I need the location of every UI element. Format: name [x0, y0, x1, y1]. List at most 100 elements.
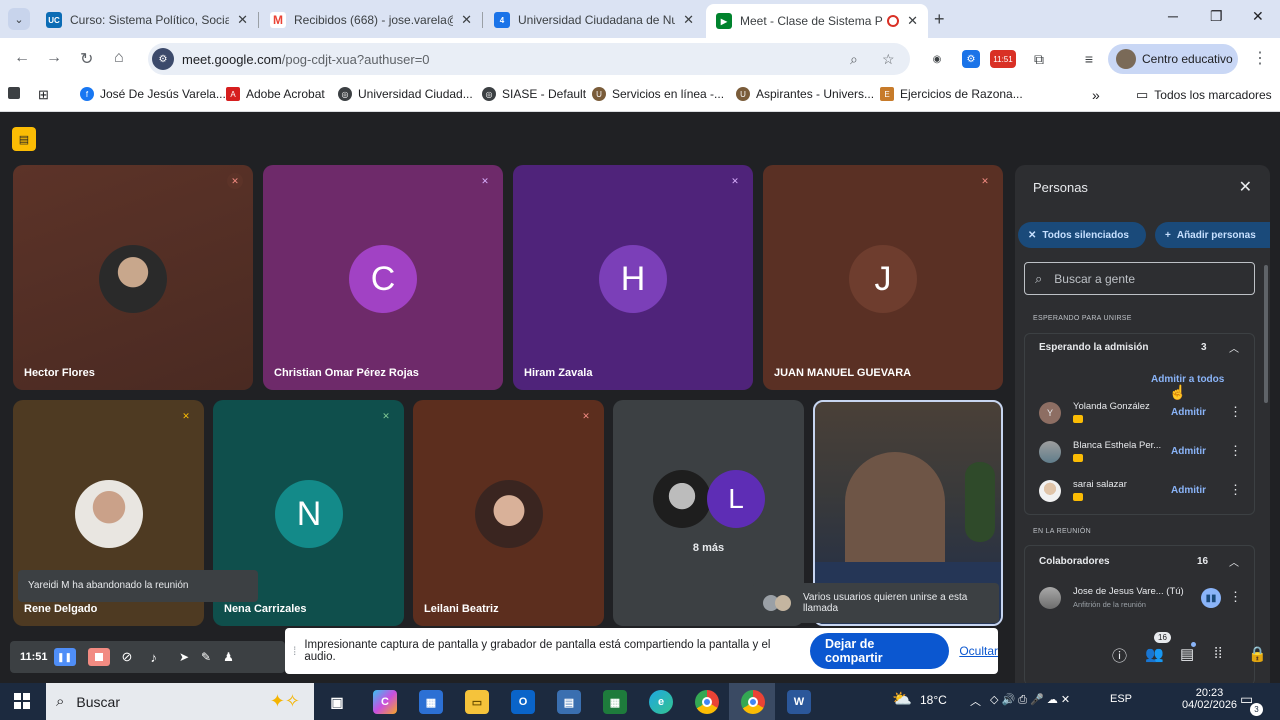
new-tab-button[interactable]: +	[934, 9, 945, 30]
highlighter-icon[interactable]: ♟	[223, 650, 234, 664]
gmail-icon: M	[270, 12, 286, 28]
admit-button[interactable]: Admitir	[1171, 407, 1206, 418]
task-view-icon[interactable]: ▣	[325, 690, 349, 714]
pause-icon[interactable]: ❚❚	[53, 648, 76, 666]
more-vert-icon[interactable]: ⋮	[1252, 48, 1268, 68]
bookmark-acrobat[interactable]: A Adobe Acrobat	[226, 87, 325, 101]
media-control-icon[interactable]: ≡	[1080, 50, 1098, 68]
add-people-button[interactable]: + Añadir personas	[1155, 222, 1270, 248]
star-icon[interactable]: ☆	[882, 51, 895, 68]
site-info-icon[interactable]: ⚙	[152, 48, 174, 70]
tab-course[interactable]: UC Curso: Sistema Político, Social d ✕	[36, 6, 258, 34]
chrome-icon[interactable]	[695, 690, 719, 714]
weather-icon[interactable]: ⛅	[892, 689, 912, 709]
close-icon[interactable]: ✕	[683, 12, 694, 28]
temperature: 18°C	[920, 693, 947, 707]
camera-off-icon[interactable]: ⊘	[122, 649, 133, 665]
forward-arrow-icon[interactable]: →	[46, 49, 62, 67]
mute-all-button[interactable]: ✕ Todos silenciados	[1018, 222, 1146, 248]
close-icon[interactable]: ✕	[907, 13, 918, 29]
admit-button[interactable]: Admitir	[1171, 485, 1206, 496]
collab-group-title[interactable]: Colaboradores	[1039, 556, 1110, 567]
pointer-icon[interactable]: ➤	[179, 650, 189, 664]
copilot-icon[interactable]: C	[373, 690, 397, 714]
bookmark-ejercicios[interactable]: E Ejercicios de Razona...	[880, 87, 1023, 101]
people-icon[interactable]: 👥	[1145, 645, 1164, 663]
tray-icons[interactable]: ◇ 🔊 ⎙ 🎤 ☁ ✕	[990, 693, 1070, 707]
participant-tile[interactable]: ✕ Hector Flores	[13, 165, 253, 390]
language-indicator[interactable]: ESP	[1110, 693, 1132, 705]
puzzle-icon[interactable]: ⧉	[1030, 50, 1048, 68]
remote-desktop-icon[interactable]: ▤	[557, 690, 581, 714]
apps-grid-icon[interactable]: ⊞	[38, 87, 49, 103]
zoom-search-icon[interactable]: ⌕	[850, 51, 858, 68]
chevron-up-icon[interactable]: ︿	[970, 693, 981, 709]
tab-university[interactable]: 4 Universidad Ciudadana de Nue ✕	[484, 6, 704, 34]
pen-icon[interactable]: ✎	[201, 650, 211, 664]
participant-tile[interactable]: ✕ C Christian Omar Pérez Rojas	[263, 165, 503, 390]
join-request-text: Varios usuarios quieren unirse a esta ll…	[803, 592, 968, 614]
microphone-icon[interactable]: ♪	[150, 650, 157, 665]
word-icon[interactable]: W	[787, 690, 811, 714]
maximize-icon[interactable]: ❐	[1210, 8, 1223, 25]
stop-sharing-button[interactable]: Dejar de compartir	[809, 633, 950, 669]
home-icon[interactable]: ⌂	[114, 49, 124, 67]
bookmark-aspirantes[interactable]: U Aspirantes - Univers...	[736, 87, 874, 101]
sidebar-toggle-icon[interactable]	[8, 87, 20, 99]
drag-handle-icon[interactable]: ⁞	[293, 644, 296, 658]
participant-tile[interactable]: ✕ H Hiram Zavala	[513, 165, 753, 390]
scrollbar[interactable]	[1264, 265, 1268, 403]
reload-icon[interactable]: ↻	[80, 49, 93, 69]
stop-icon[interactable]	[87, 648, 110, 666]
outlook-icon[interactable]: O	[511, 690, 535, 714]
windows-start-icon[interactable]	[14, 693, 30, 709]
activities-icon[interactable]: ⁞⁞	[1214, 645, 1222, 662]
waiting-group-title[interactable]: Esperando la admisión	[1039, 342, 1148, 353]
tab-search-button[interactable]: ⌄	[8, 8, 30, 30]
admit-button[interactable]: Admitir	[1171, 446, 1206, 457]
host-controls-icon[interactable]: 🔒	[1248, 645, 1267, 663]
participant-tile[interactable]: ✕ J JUAN MANUEL GUEVARA	[763, 165, 1003, 390]
chrome-icon[interactable]	[741, 690, 765, 714]
people-panel: Personas ✕ ✕ Todos silenciados + Añadir pe…	[1015, 165, 1270, 685]
sheets-icon[interactable]: ▦	[603, 690, 627, 714]
all-bookmarks-button[interactable]: ▭ Todos los marcadores	[1136, 87, 1272, 103]
more-vert-icon[interactable]: ⋮	[1229, 482, 1242, 498]
info-icon[interactable]: ⓘ	[1112, 645, 1127, 666]
chevron-up-icon[interactable]: ︿	[1229, 340, 1239, 355]
settings-extension-icon[interactable]: ⚙	[962, 50, 980, 68]
address-bar[interactable]: ⚙ meet.google.com/pog-cdjt-xua?authuser=…	[148, 43, 910, 75]
window-close-icon[interactable]: ✕	[1252, 8, 1264, 25]
back-arrow-icon[interactable]: ←	[14, 49, 30, 67]
close-icon[interactable]: ✕	[237, 12, 248, 28]
minimize-icon[interactable]: ─	[1168, 8, 1178, 24]
recorder-extension-icon[interactable]: 11:51	[990, 50, 1016, 68]
chevron-up-icon[interactable]: ︿	[1229, 554, 1239, 569]
admit-all-button[interactable]: Admitir a todos	[1151, 374, 1224, 385]
profile-button[interactable]: Centro educativo	[1108, 44, 1238, 74]
bookmark-facebook[interactable]: f José De Jesús Varela...	[80, 87, 226, 101]
more-vert-icon[interactable]: ⋮	[1229, 443, 1242, 459]
clock[interactable]: 20:23 04/02/2026	[1182, 687, 1237, 711]
bookmark-universidad[interactable]: ◎ Universidad Ciudad...	[338, 87, 473, 101]
close-icon[interactable]: ✕	[1239, 177, 1252, 197]
tab-gmail[interactable]: M Recibidos (668) - jose.varela@u ✕	[260, 6, 482, 34]
join-request-toast[interactable]: Varios usuarios quieren unirse a esta ll…	[753, 583, 999, 623]
chevron-right-icon[interactable]: »	[1092, 87, 1100, 103]
store-icon[interactable]: ▦	[419, 690, 443, 714]
bookmark-servicios[interactable]: U Servicios en línea -...	[592, 87, 724, 101]
close-icon[interactable]: ✕	[461, 12, 472, 28]
more-vert-icon[interactable]: ⋮	[1229, 589, 1242, 605]
tab-meet[interactable]: ▶ Meet - Clase de Sistema Po ✕	[706, 4, 928, 38]
more-vert-icon[interactable]: ⋮	[1229, 404, 1242, 420]
taskbar-search-box[interactable]: ⌕ Buscar ✦✧	[46, 683, 314, 720]
file-explorer-icon[interactable]: ▭	[465, 690, 489, 714]
chat-icon[interactable]: ▤	[1180, 645, 1194, 663]
bookmark-siase[interactable]: ◎ SIASE - Default	[482, 87, 586, 101]
record-extension-icon[interactable]: ◉	[928, 50, 946, 68]
meet-icon: ▶	[716, 13, 732, 29]
edge-icon[interactable]: e	[649, 690, 673, 714]
people-search-input[interactable]: ⌕ Buscar a gente	[1024, 262, 1255, 295]
hide-link[interactable]: Ocultar	[959, 644, 998, 658]
participant-tile[interactable]: ✕ Leilani Beatriz	[413, 400, 604, 626]
